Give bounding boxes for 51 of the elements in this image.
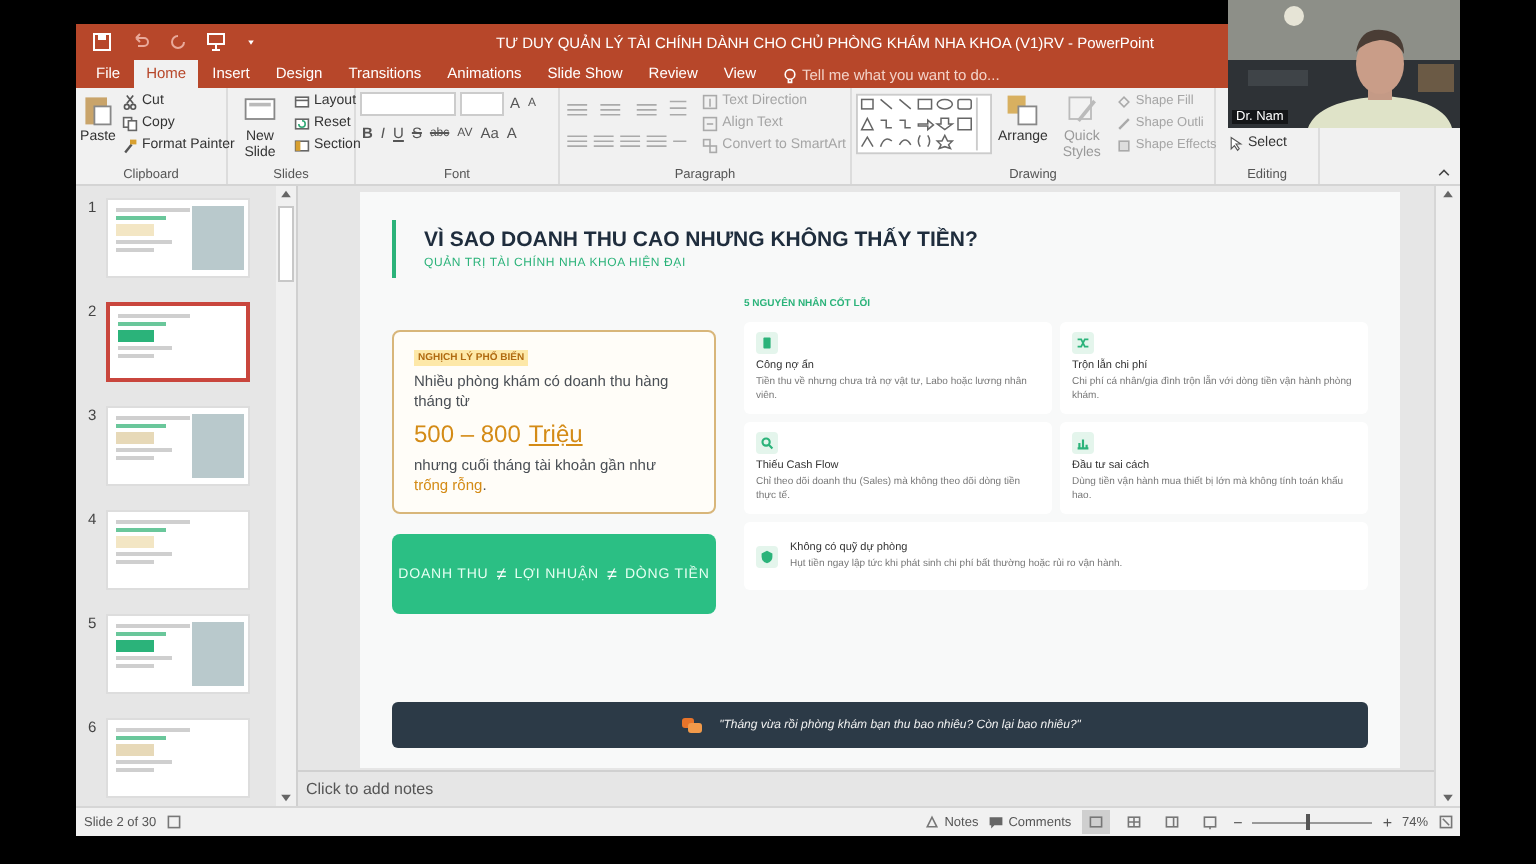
clipboard-icon bbox=[80, 92, 116, 128]
view-icon bbox=[1201, 814, 1218, 830]
comment-icon bbox=[988, 814, 1005, 830]
shield-icon bbox=[758, 547, 776, 565]
slide-thumbnail[interactable] bbox=[106, 302, 250, 382]
redo-icon[interactable] bbox=[168, 32, 188, 52]
presentation-icon[interactable] bbox=[206, 32, 226, 52]
font-size-field[interactable] bbox=[460, 92, 504, 116]
document-icon bbox=[758, 334, 776, 352]
shuffle-icon bbox=[1074, 334, 1092, 352]
view-icon bbox=[1087, 814, 1104, 830]
notes-field[interactable]: Click to add notes bbox=[306, 780, 706, 798]
brush-icon bbox=[122, 137, 138, 153]
copy-icon bbox=[122, 115, 138, 131]
chart-icon bbox=[1074, 434, 1092, 452]
fit-to-window-icon[interactable] bbox=[1438, 814, 1454, 830]
undo-icon[interactable] bbox=[130, 32, 150, 52]
align-text-icon bbox=[702, 115, 719, 131]
view-icon bbox=[1163, 814, 1180, 830]
lightbulb-icon bbox=[782, 67, 798, 83]
pencil-icon bbox=[1115, 115, 1132, 131]
scrollbar[interactable] bbox=[1434, 186, 1460, 806]
effects-icon bbox=[1115, 137, 1132, 153]
section-icon bbox=[294, 137, 310, 153]
arrange-icon bbox=[1004, 92, 1041, 128]
collapse-ribbon-icon[interactable] bbox=[1436, 164, 1452, 180]
scissors-icon bbox=[122, 93, 138, 109]
view-icon bbox=[1125, 814, 1142, 830]
revenue-amount: 500 – 800 bbox=[414, 418, 521, 450]
not-equal-sign: ≠ bbox=[607, 564, 617, 584]
smartart-icon bbox=[702, 137, 719, 153]
save-icon[interactable] bbox=[92, 32, 112, 52]
scrollbar[interactable] bbox=[276, 186, 296, 806]
cursor-icon bbox=[1228, 135, 1244, 151]
slide-title: VÌ SAO DOANH THU CAO NHƯNG KHÔNG THẤY TIỀN? bbox=[424, 228, 980, 254]
zoom-slider-thumb[interactable] bbox=[1306, 814, 1311, 830]
revenue-unit: Triệu bbox=[528, 418, 583, 450]
view-button[interactable] bbox=[1081, 810, 1110, 834]
search-icon bbox=[758, 434, 776, 452]
reset-icon bbox=[294, 115, 310, 131]
not-equal-sign: ≠ bbox=[496, 564, 507, 584]
slide-canvas[interactable] bbox=[360, 192, 1400, 768]
zoom-in-button[interactable]: + bbox=[1382, 813, 1392, 831]
chat-bubbles-icon bbox=[679, 715, 704, 735]
font-name-field[interactable] bbox=[360, 92, 456, 116]
zoom-out-button[interactable]: − bbox=[1233, 813, 1243, 831]
scroll-thumb[interactable] bbox=[278, 206, 294, 282]
text-direction-icon bbox=[702, 93, 719, 109]
shapes-gallery[interactable] bbox=[856, 92, 992, 156]
layout-icon bbox=[294, 93, 310, 109]
zoom-slider[interactable] bbox=[1252, 814, 1373, 830]
